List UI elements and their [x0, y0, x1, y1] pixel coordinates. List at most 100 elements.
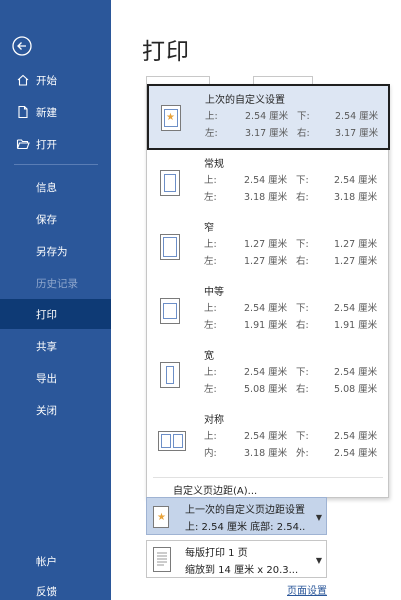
value-top: 2.54 厘米 — [244, 367, 288, 378]
nav-home[interactable]: 开始 — [0, 65, 111, 95]
page-setup-link[interactable]: 页面设置 — [287, 582, 327, 597]
label-top: 上: — [205, 111, 218, 122]
label-inside: 内: — [204, 448, 217, 459]
margins-select[interactable]: ★ 上一次的自定义页边距设置 上: 2.54 厘米 底部: 2.54... ▼ — [146, 497, 327, 535]
value-bottom: 2.54 厘米 — [334, 175, 378, 186]
label-right: 右: — [297, 128, 310, 139]
nav-home-label: 开始 — [36, 74, 57, 87]
value-right: 1.27 厘米 — [334, 256, 378, 267]
label-right: 右: — [296, 384, 309, 395]
label-top: 上: — [204, 175, 217, 186]
value-right: 3.18 厘米 — [334, 192, 378, 203]
label-bottom: 下: — [296, 239, 309, 250]
margin-preview-icon — [160, 362, 180, 388]
nav-export-label: 导出 — [36, 372, 57, 385]
nav-save-label: 保存 — [36, 213, 57, 226]
nav-close[interactable]: 关闭 — [0, 395, 111, 425]
value-bottom: 2.54 厘米 — [334, 431, 378, 442]
value-top: 1.27 厘米 — [244, 239, 288, 250]
margin-option-wide[interactable]: 宽 上: 2.54 厘米 下: 2.54 厘米 左: 5.08 厘米 右: 5.… — [148, 342, 388, 406]
nav-share[interactable]: 共享 — [0, 331, 111, 361]
label-bottom: 下: — [297, 111, 310, 122]
nav-account-label: 帐户 — [36, 555, 57, 568]
value-top: 2.54 厘米 — [244, 431, 288, 442]
margin-option-name: 上次的自定义设置 — [205, 95, 285, 106]
back-arrow-icon[interactable] — [12, 36, 32, 56]
nav-open-label: 打开 — [36, 138, 57, 151]
label-bottom: 下: — [296, 367, 309, 378]
value-outside: 2.54 厘米 — [334, 448, 378, 459]
margin-option-name: 中等 — [204, 287, 224, 298]
margin-option-moderate[interactable]: 中等 上: 2.54 厘米 下: 2.54 厘米 左: 1.91 厘米 右: 1… — [148, 278, 388, 342]
margins-select-title: 上一次的自定义页边距设置 — [185, 505, 305, 516]
value-inside: 3.18 厘米 — [244, 448, 288, 459]
label-top: 上: — [204, 367, 217, 378]
chevron-down-icon: ▼ — [315, 556, 322, 565]
margin-option-name: 常规 — [204, 159, 224, 170]
star-icon: ★ — [166, 112, 175, 123]
nav-close-label: 关闭 — [36, 404, 57, 417]
page-preview-icon — [153, 547, 171, 572]
margin-preview-icon — [160, 298, 180, 324]
margin-option-name: 对称 — [204, 415, 224, 426]
label-right: 右: — [296, 320, 309, 331]
value-top: 2.54 厘米 — [244, 303, 288, 314]
home-icon — [17, 74, 29, 86]
open-folder-icon — [16, 139, 30, 150]
nav-new-label: 新建 — [36, 106, 57, 119]
margin-preview-icon — [160, 170, 180, 196]
custom-margins-item[interactable]: 自定义页边距(A)... — [173, 482, 257, 497]
pages-select-detail: 缩放到 14 厘米 x 20.3... — [185, 565, 299, 576]
label-bottom: 下: — [296, 303, 309, 314]
margins-dropdown-menu: ★ 上次的自定义设置 上: 2.54 厘米 下: 2.54 厘米 左: 3.17… — [146, 84, 390, 498]
backstage-sidebar: 开始 新建 打开 信息 保存 另存为 历史记录 打印 共享 导出 关闭 帐户 反… — [0, 0, 111, 600]
nav-new[interactable]: 新建 — [0, 97, 111, 127]
pages-select-title: 每版打印 1 页 — [185, 548, 248, 559]
label-right: 右: — [296, 192, 309, 203]
nav-open[interactable]: 打开 — [0, 129, 111, 159]
nav-feedback-label: 反馈 — [36, 585, 57, 598]
value-top: 2.54 厘米 — [244, 175, 288, 186]
value-top: 2.54 厘米 — [245, 111, 289, 122]
value-left: 3.18 厘米 — [244, 192, 288, 203]
value-bottom: 1.27 厘米 — [334, 239, 378, 250]
value-bottom: 2.54 厘米 — [334, 303, 378, 314]
nav-save-as-label: 另存为 — [36, 245, 68, 258]
page-title: 打印 — [142, 39, 190, 65]
value-bottom: 2.54 厘米 — [335, 111, 379, 122]
new-document-icon — [18, 105, 28, 119]
value-left: 5.08 厘米 — [244, 384, 288, 395]
page-lines-icon — [157, 552, 167, 566]
nav-info-label: 信息 — [36, 181, 57, 194]
margin-option-last-custom[interactable]: ★ 上次的自定义设置 上: 2.54 厘米 下: 2.54 厘米 左: 3.17… — [147, 84, 390, 150]
label-top: 上: — [204, 303, 217, 314]
margin-preview-icon: ★ — [161, 105, 181, 131]
chevron-down-icon: ▼ — [315, 513, 322, 522]
margins-select-detail: 上: 2.54 厘米 底部: 2.54... — [185, 522, 305, 533]
nav-save-as[interactable]: 另存为 — [0, 236, 111, 266]
nav-print[interactable]: 打印 — [0, 299, 111, 329]
label-top: 上: — [204, 431, 217, 442]
nav-history: 历史记录 — [0, 268, 111, 298]
nav-feedback[interactable]: 反馈 — [0, 576, 111, 600]
label-right: 右: — [296, 256, 309, 267]
pages-per-sheet-select[interactable]: 每版打印 1 页 缩放到 14 厘米 x 20.3... ▼ — [146, 540, 327, 578]
label-left: 左: — [205, 128, 218, 139]
margin-preview-icon — [158, 431, 186, 451]
nav-print-label: 打印 — [36, 308, 57, 321]
label-bottom: 下: — [296, 175, 309, 186]
nav-info[interactable]: 信息 — [0, 172, 111, 202]
margin-option-name: 窄 — [204, 223, 214, 234]
margin-option-narrow[interactable]: 窄 上: 1.27 厘米 下: 1.27 厘米 左: 1.27 厘米 右: 1.… — [148, 214, 388, 278]
nav-save[interactable]: 保存 — [0, 204, 111, 234]
value-left: 3.17 厘米 — [245, 128, 289, 139]
margin-option-name: 宽 — [204, 351, 214, 362]
nav-account[interactable]: 帐户 — [0, 546, 111, 576]
margin-option-mirrored[interactable]: 对称 上: 2.54 厘米 下: 2.54 厘米 内: 3.18 厘米 外: 2… — [148, 406, 388, 470]
value-right: 5.08 厘米 — [334, 384, 378, 395]
nav-export[interactable]: 导出 — [0, 363, 111, 393]
margin-preview-icon — [160, 234, 180, 260]
value-right: 1.91 厘米 — [334, 320, 378, 331]
margin-option-normal[interactable]: 常规 上: 2.54 厘米 下: 2.54 厘米 左: 3.18 厘米 右: 3… — [148, 150, 388, 214]
margin-preview-icon: ★ — [153, 506, 169, 528]
